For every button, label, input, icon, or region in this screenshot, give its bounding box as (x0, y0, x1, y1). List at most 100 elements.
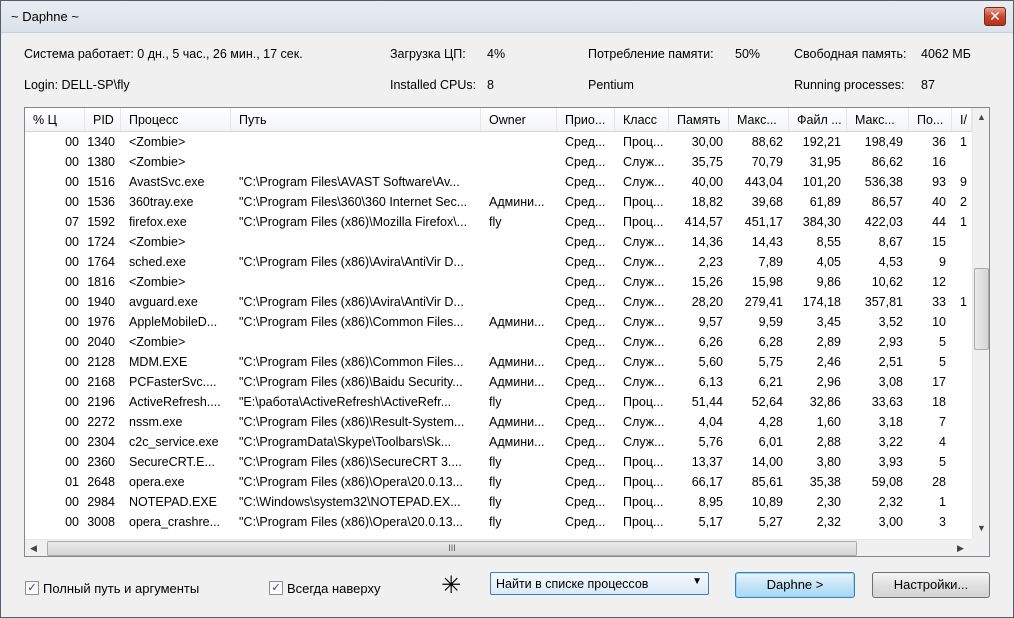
table-row[interactable]: 01 2648 opera.exe "C:\Program Files (x86)\O… (25, 472, 972, 492)
uptime-text: Система работает: 0 дн., 5 час., 26 мин.… (24, 47, 303, 61)
cell-priority: Сред... (565, 475, 606, 489)
cell-max-memory: 6,01 (758, 435, 783, 449)
cell-memory: 28,20 (691, 295, 723, 309)
cell-pid: 2648 (87, 475, 115, 489)
scroll-up-arrow-icon[interactable]: ▲ (977, 112, 986, 122)
horizontal-scrollbar[interactable]: ◀ III ▶ (25, 539, 972, 556)
table-row[interactable]: 00 2360 SecureCRT.E... "C:\Program Files (x… (25, 452, 972, 472)
cell-max-memory: 85,61 (751, 475, 783, 489)
scroll-left-arrow-icon[interactable]: ◀ (30, 543, 37, 554)
column-header-pid[interactable]: PID (85, 108, 121, 132)
cell-class: Служ... (623, 415, 665, 429)
cell-class: Проц... (623, 515, 664, 529)
cell-owner: fly (489, 215, 502, 229)
table-row[interactable]: 00 2984 NOTEPAD.EXE "C:\Windows\system32\NO… (25, 492, 972, 512)
cell-file: 1,60 (816, 415, 841, 429)
table-row[interactable]: 00 1976 AppleMobileD... "C:\Program Files (… (25, 312, 972, 332)
table-row[interactable]: 00 1380 <Zombie> Сред... Служ... 35,75 70,79 31… (25, 152, 972, 172)
cell-file: 384,30 (802, 215, 841, 229)
cell-class: Служ... (623, 275, 665, 289)
cell-io (958, 512, 972, 532)
column-header-file[interactable]: Файл ... (789, 108, 847, 132)
cell-owner (487, 332, 557, 352)
table-row[interactable]: 00 1340 <Zombie> Сред... Проц... 30,00 88,62 19… (25, 132, 972, 152)
column-header-class[interactable]: Класс (615, 108, 669, 132)
cell-path: "C:\Program Files (x86)\Mozilla Firefox\… (239, 215, 468, 229)
cell-class: Служ... (623, 175, 665, 189)
column-header-io[interactable]: I/ (952, 108, 972, 132)
cell-priority: Сред... (565, 235, 606, 249)
column-header-max-file[interactable]: Макс... (847, 108, 909, 132)
process-list[interactable]: % Ц PID Процесс Путь Owner Прио... Класс Память… (24, 107, 990, 557)
cell-priority: Сред... (565, 495, 606, 509)
table-row[interactable]: 00 2196 ActiveRefresh.... "E:\работа\Active… (25, 392, 972, 412)
cell-max-memory: 443,04 (744, 175, 783, 189)
close-button[interactable]: ✕ (984, 7, 1006, 26)
cell-io: 9 (960, 175, 967, 189)
cell-path: "C:\Windows\system32\NOTEPAD.EX... (239, 495, 461, 509)
column-header-memory[interactable]: Память (669, 108, 729, 132)
cell-pid: 1340 (87, 135, 115, 149)
column-header-path[interactable]: Путь (231, 108, 481, 132)
mem-usage-label: Потребление памяти: (588, 47, 714, 61)
table-row[interactable]: 00 2040 <Zombie> Сред... Служ... 6,26 6,28 2,89… (25, 332, 972, 352)
horizontal-scroll-thumb[interactable]: III (47, 541, 857, 556)
column-header-handles[interactable]: По... (909, 108, 952, 132)
table-row[interactable]: 00 1764 sched.exe "C:\Program Files (x86)\A… (25, 252, 972, 272)
table-row[interactable]: 00 2128 MDM.EXE "C:\Program Files (x86)\Com… (25, 352, 972, 372)
always-on-top-checkbox[interactable]: ✓ (269, 581, 283, 595)
cell-max-file: 2,32 (878, 495, 903, 509)
window-finder-icon[interactable]: ✳ (441, 571, 461, 600)
cell-file: 2,88 (816, 435, 841, 449)
table-row[interactable]: 00 3008 opera_crashre... "C:\Program Files … (25, 512, 972, 532)
column-header-cpu[interactable]: % Ц (25, 108, 85, 132)
table-row[interactable]: 00 1536 360tray.exe "C:\Program Files\360\3… (25, 192, 972, 212)
daphne-button[interactable]: Daphne > (735, 572, 855, 598)
cell-class: Служ... (623, 435, 665, 449)
cell-path: "C:\Program Files (x86)\Avira\AntiVir D.… (239, 295, 464, 309)
cell-file: 3,80 (816, 455, 841, 469)
full-path-checkbox[interactable]: ✓ (25, 581, 39, 595)
scroll-right-arrow-icon[interactable]: ▶ (957, 543, 964, 554)
column-header-max-memory[interactable]: Макс... (729, 108, 789, 132)
cell-handles: 17 (932, 375, 946, 389)
login-text: Login: DELL-SP\fly (24, 78, 130, 92)
cell-memory: 13,37 (691, 455, 723, 469)
cell-handles: 10 (932, 315, 946, 329)
column-header-process[interactable]: Процесс (121, 108, 231, 132)
column-header-priority[interactable]: Прио... (557, 108, 615, 132)
cell-class: Проц... (623, 475, 664, 489)
cell-pid: 2128 (87, 355, 115, 369)
cell-file: 192,21 (802, 135, 841, 149)
vertical-scrollbar[interactable]: ▲ ▼ (972, 108, 989, 540)
cell-class: Проц... (623, 395, 664, 409)
table-row[interactable]: 00 1516 AvastSvc.exe "C:\Program Files\AVAS… (25, 172, 972, 192)
table-row[interactable]: 00 1816 <Zombie> Сред... Служ... 15,26 15,98 9,… (25, 272, 972, 292)
cell-max-file: 2,93 (878, 335, 903, 349)
table-row[interactable]: 07 1592 firefox.exe "C:\Program Files (x86)… (25, 212, 972, 232)
cell-file: 101,20 (802, 175, 841, 189)
cell-owner: fly (489, 455, 502, 469)
find-process-dropdown[interactable]: Найти в списке процессов ▼ (490, 572, 709, 595)
cell-path: "E:\работа\ActiveRefresh\ActiveRefr... (239, 395, 452, 409)
table-row[interactable]: 00 1724 <Zombie> Сред... Служ... 14,36 14,43 8,… (25, 232, 972, 252)
vertical-scroll-thumb[interactable] (974, 268, 989, 350)
cell-max-file: 4,53 (878, 255, 903, 269)
cell-file: 32,86 (809, 395, 841, 409)
column-header-owner[interactable]: Owner (481, 108, 557, 132)
cell-pid: 1816 (87, 275, 115, 289)
cell-pid: 2360 (87, 455, 115, 469)
cell-max-memory: 6,28 (758, 335, 783, 349)
cell-cpu: 00 (65, 355, 79, 369)
table-row[interactable]: 00 1940 avguard.exe "C:\Program Files (x86)… (25, 292, 972, 312)
table-row[interactable]: 00 2304 c2c_service.exe "C:\ProgramData\Sky… (25, 432, 972, 452)
cell-class: Служ... (623, 155, 665, 169)
scroll-down-arrow-icon[interactable]: ▼ (977, 523, 986, 533)
cell-cpu: 00 (65, 295, 79, 309)
list-header: % Ц PID Процесс Путь Owner Прио... Класс Память… (25, 108, 972, 132)
settings-button[interactable]: Настройки... (872, 572, 990, 598)
table-row[interactable]: 00 2168 PCFasterSvc.... "C:\Program Files (… (25, 372, 972, 392)
cell-io (958, 152, 972, 172)
cell-max-memory: 5,27 (758, 515, 783, 529)
table-row[interactable]: 00 2272 nssm.exe "C:\Program Files (x86)\Re… (25, 412, 972, 432)
